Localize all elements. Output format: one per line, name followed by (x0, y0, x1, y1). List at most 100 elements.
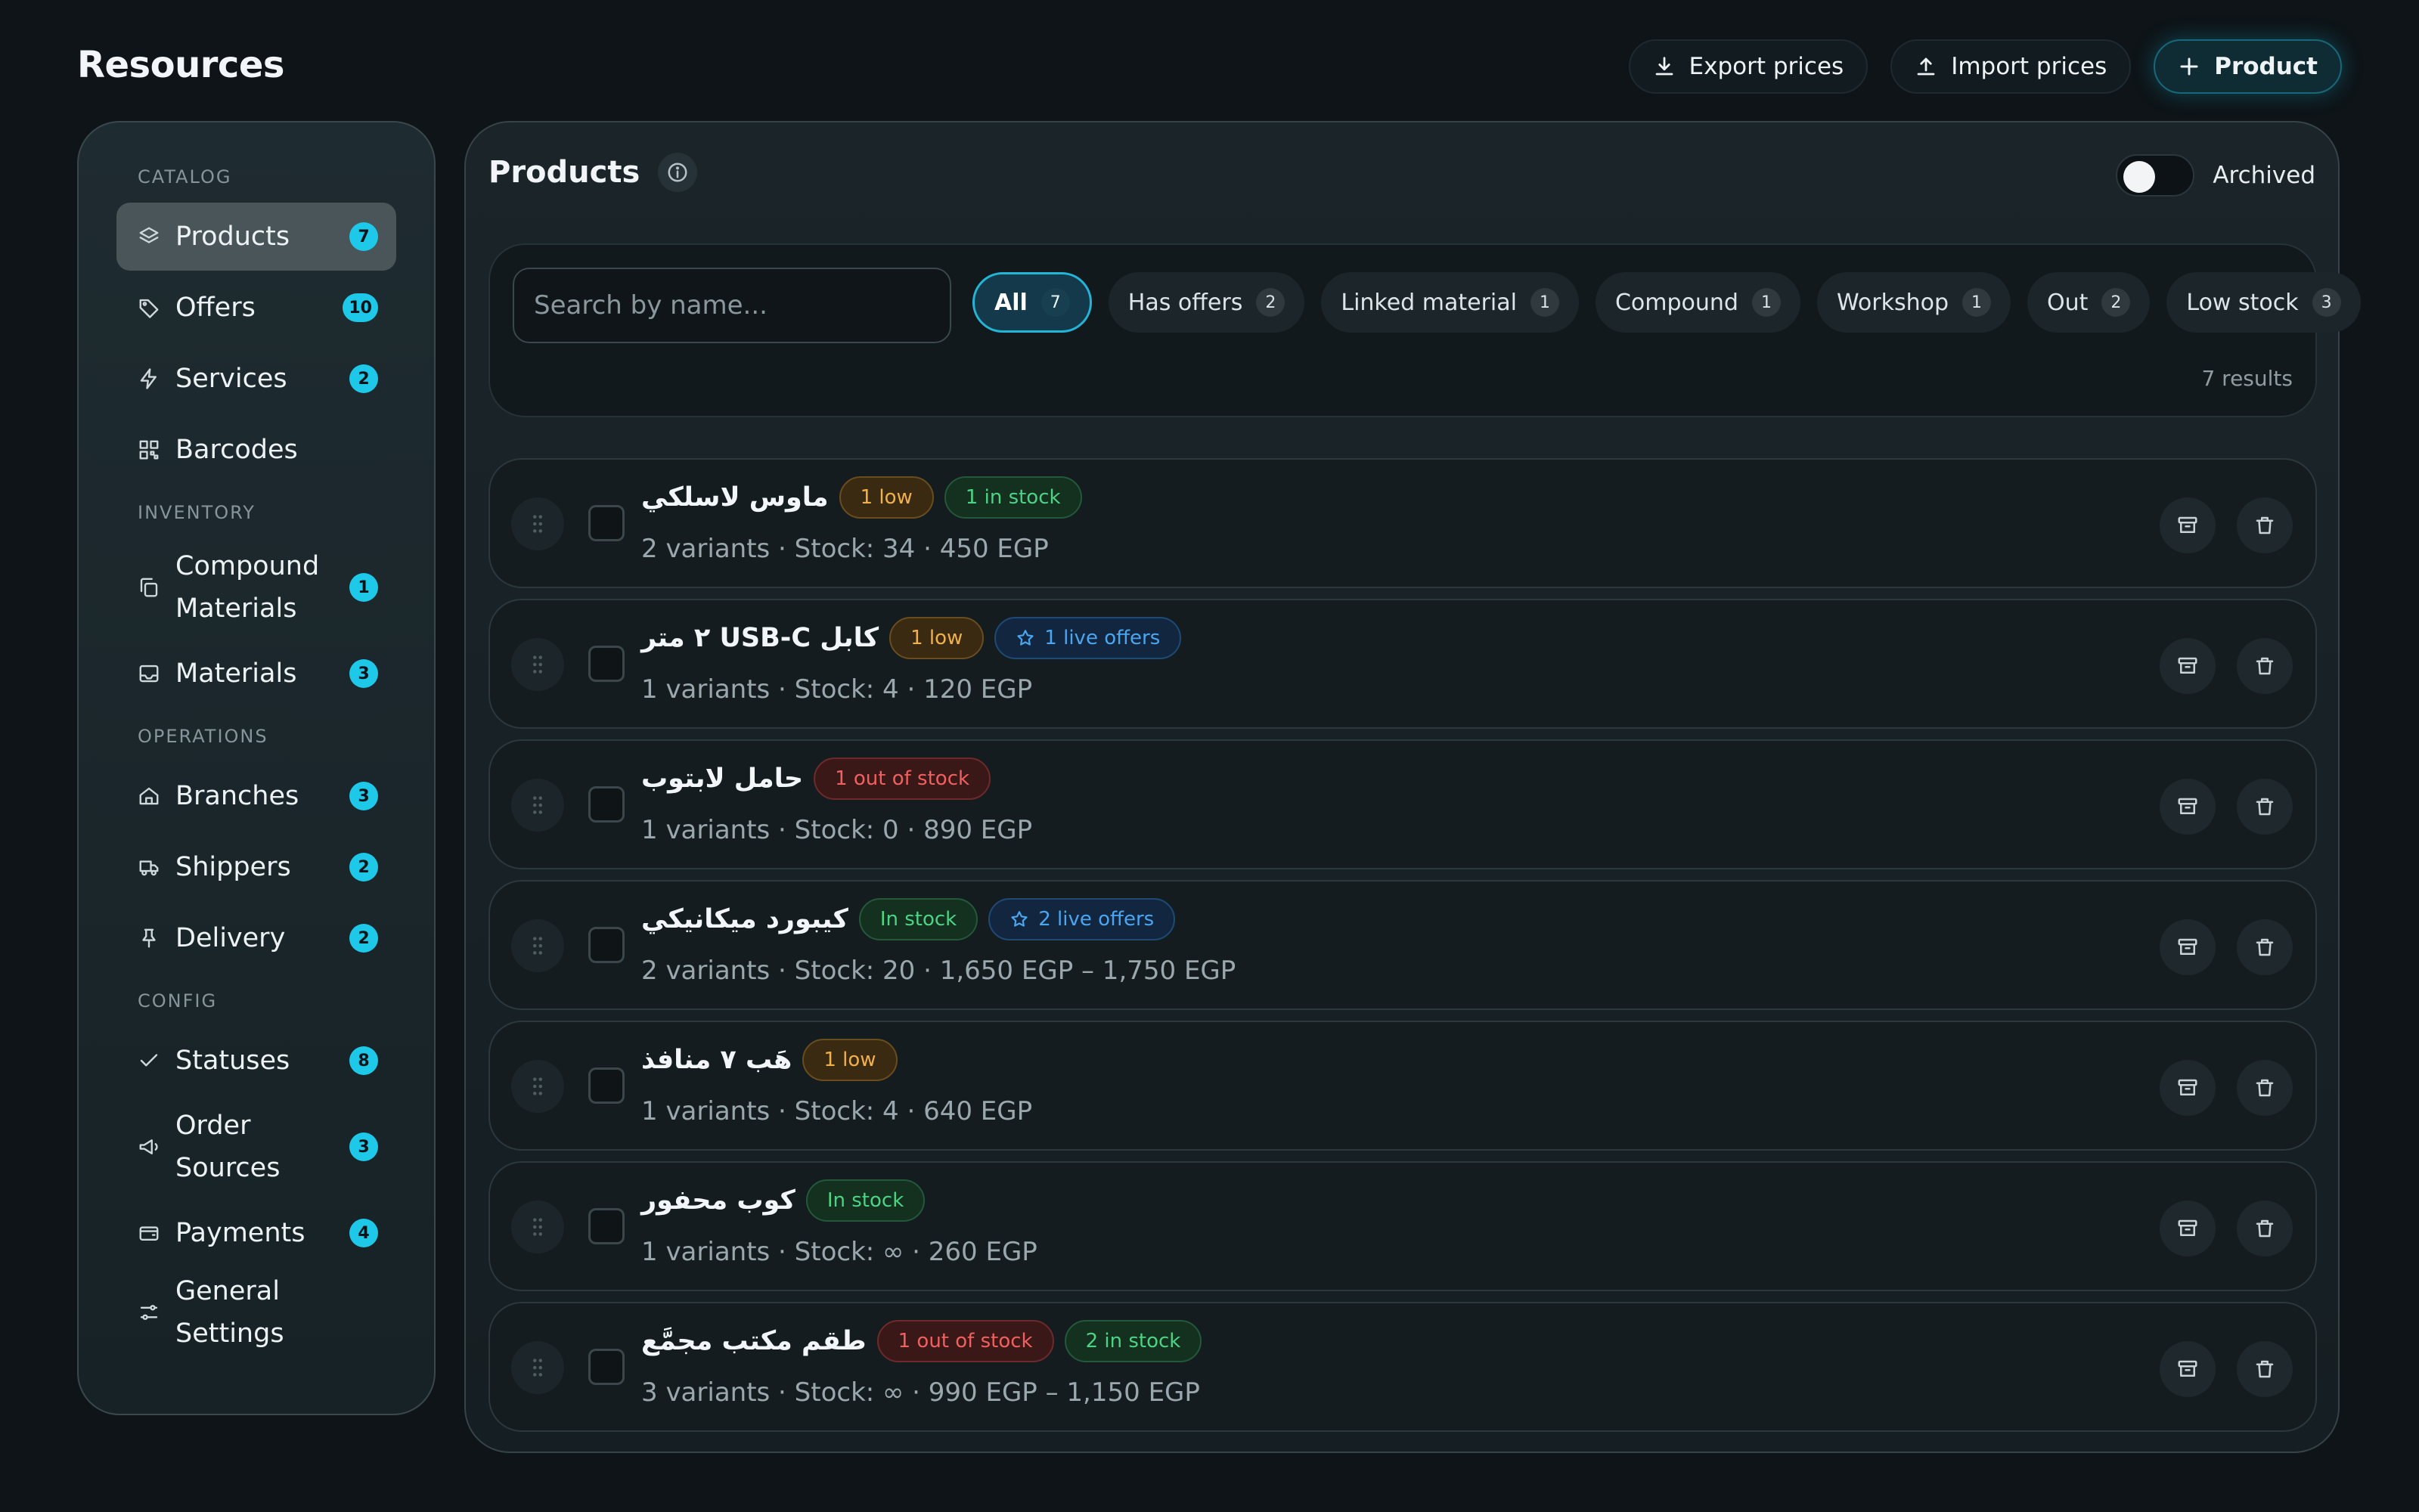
filter-chip-has-offers[interactable]: Has offers 2 (1108, 272, 1305, 333)
sidebar-item-barcodes[interactable]: Barcodes (116, 416, 396, 484)
export-prices-label: Export prices (1689, 53, 1844, 80)
delete-button[interactable] (2237, 1341, 2293, 1397)
filter-chip-out[interactable]: Out 2 (2027, 272, 2151, 333)
add-product-label: Product (2214, 53, 2318, 80)
search-input[interactable] (513, 268, 951, 343)
drag-handle[interactable] (511, 1060, 564, 1113)
row-checkbox[interactable] (588, 505, 625, 541)
add-product-button[interactable]: Product (2154, 39, 2342, 94)
bolt-icon (140, 368, 157, 389)
drag-handle[interactable] (511, 497, 564, 550)
sidebar-item-compound-materials[interactable]: Compound Materials 1 (116, 538, 396, 637)
sidebar-item-shippers[interactable]: Shippers 2 (116, 833, 396, 901)
drag-handle-icon (533, 1218, 542, 1236)
filter-chip-workshop[interactable]: Workshop 1 (1816, 272, 2011, 333)
filter-chip-count: 2 (2101, 288, 2131, 317)
product-row[interactable]: هَب ٧ منافذ 1 low 1 variants · Stock: 4 · … (488, 1021, 2317, 1151)
drag-handle[interactable] (511, 1201, 564, 1253)
product-row[interactable]: حامل لابتوب 1 out of stock 1 variants · St… (488, 739, 2317, 869)
megaphone-icon (139, 1139, 158, 1154)
top-actions: Export prices Import prices Product (1628, 39, 2342, 94)
delete-button[interactable] (2237, 779, 2293, 835)
trash-icon (2256, 1360, 2274, 1378)
delete-button[interactable] (2237, 638, 2293, 694)
archive-button[interactable] (2160, 919, 2216, 975)
stock-tag-offer: 1 live offers (994, 617, 1182, 659)
product-row[interactable]: كابل USB-C ٢ متر 1 low 1 live offers 1 vari… (488, 599, 2317, 729)
archive-button[interactable] (2160, 1201, 2216, 1256)
star-icon (1011, 911, 1028, 927)
sidebar-section-title: CATALOG (138, 166, 232, 187)
count-badge: 2 (349, 924, 378, 953)
sidebar-item-label: General Settings (175, 1276, 284, 1349)
info-button[interactable] (658, 153, 698, 192)
row-checkbox[interactable] (588, 646, 625, 682)
copy-icon (140, 578, 158, 597)
sidebar-item-branches[interactable]: Branches 3 (116, 762, 396, 830)
filter-chip-label: Linked material (1341, 289, 1517, 316)
star-icon (1017, 630, 1034, 646)
sidebar-item-statuses[interactable]: Statuses 8 (116, 1027, 396, 1095)
drag-handle[interactable] (511, 1341, 564, 1394)
export-prices-button[interactable]: Export prices (1628, 39, 1869, 94)
layers-icon (139, 227, 159, 243)
archive-button[interactable] (2160, 497, 2216, 553)
product-row[interactable]: ماوس لاسلكي 1 low 1 in stock 2 variants · S… (488, 458, 2317, 588)
sidebar-item-materials[interactable]: Materials 3 (116, 640, 396, 708)
product-row[interactable]: طقم مكتب مجمَّع 1 out of stock 2 in stock 3… (488, 1302, 2317, 1432)
toggle-knob (2123, 161, 2156, 193)
filter-chip-low-stock[interactable]: Low stock 3 (2166, 272, 2361, 333)
row-checkbox[interactable] (588, 786, 625, 823)
delete-button[interactable] (2237, 1060, 2293, 1116)
archive-button[interactable] (2160, 779, 2216, 835)
product-title: طقم مكتب مجمَّع 1 out of stock 2 in stock (641, 1320, 1202, 1362)
archive-icon (2178, 938, 2197, 955)
check-icon (140, 1054, 158, 1067)
archive-button[interactable] (2160, 1341, 2216, 1397)
page-title: Resources (77, 44, 284, 86)
sidebar-section-title: INVENTORY (138, 502, 256, 523)
row-checkbox[interactable] (588, 1208, 625, 1244)
filter-chip-count: 1 (1751, 288, 1781, 317)
sidebar-item-payments[interactable]: Payments 4 (116, 1199, 396, 1267)
filter-chip-compound[interactable]: Compound 1 (1595, 272, 1800, 333)
drag-handle-icon (533, 937, 542, 955)
archive-button[interactable] (2160, 1060, 2216, 1116)
filter-chip-all[interactable]: All 7 (972, 272, 1092, 333)
product-row[interactable]: كوب محفور In stock 1 variants · Stock: ∞ ·… (488, 1161, 2317, 1291)
import-prices-button[interactable]: Import prices (1890, 39, 2132, 94)
row-checkbox[interactable] (588, 1349, 625, 1385)
filter-chip-linked-material[interactable]: Linked material 1 (1321, 272, 1579, 333)
sidebar-item-general-settings[interactable]: General Settings (116, 1270, 396, 1355)
delete-button[interactable] (2237, 497, 2293, 553)
filter-box: All 7 Has offers 2 Linked material 1 Compound 1… (488, 243, 2361, 417)
delete-button[interactable] (2237, 1201, 2293, 1256)
drag-handle[interactable] (511, 638, 564, 691)
filter-chip-count: 7 (1040, 288, 1070, 317)
sidebar-section-title: OPERATIONS (138, 726, 268, 747)
drag-handle[interactable] (511, 919, 564, 972)
sidebar-item-label: Delivery (175, 923, 286, 953)
tag-icon (139, 299, 159, 318)
filter-chip-count: 3 (2312, 288, 2341, 317)
archived-toggle[interactable] (2116, 154, 2195, 197)
drag-handle[interactable] (511, 779, 564, 832)
row-checkbox[interactable] (588, 1067, 625, 1104)
sidebar-item-label: Materials (175, 658, 297, 689)
product-summary: 2 variants · Stock: 20 · 1,650 EGP – 1,7… (641, 956, 1236, 986)
product-title: كابل USB-C ٢ متر 1 low 1 live offers (641, 617, 1182, 659)
product-row[interactable]: كيبورد ميكانيكي In stock 2 live offers 2 va… (488, 880, 2317, 1010)
delete-button[interactable] (2237, 919, 2293, 975)
row-actions (2160, 1201, 2293, 1256)
sidebar-item-order-sources[interactable]: Order Sources 3 (116, 1098, 396, 1196)
archive-button[interactable] (2160, 638, 2216, 694)
product-summary: 1 variants · Stock: 0 · 890 EGP (641, 815, 1033, 845)
row-checkbox[interactable] (588, 927, 625, 963)
sidebar-item-offers[interactable]: Offers 10 (116, 274, 396, 342)
sliders-icon (140, 1305, 158, 1320)
sidebar-item-products[interactable]: Products 7 (116, 203, 396, 271)
row-actions (2160, 1060, 2293, 1116)
sidebar-item-services[interactable]: Services 2 (116, 345, 396, 413)
sidebar-item-delivery[interactable]: Delivery 2 (116, 904, 396, 972)
count-badge: 1 (349, 573, 378, 602)
